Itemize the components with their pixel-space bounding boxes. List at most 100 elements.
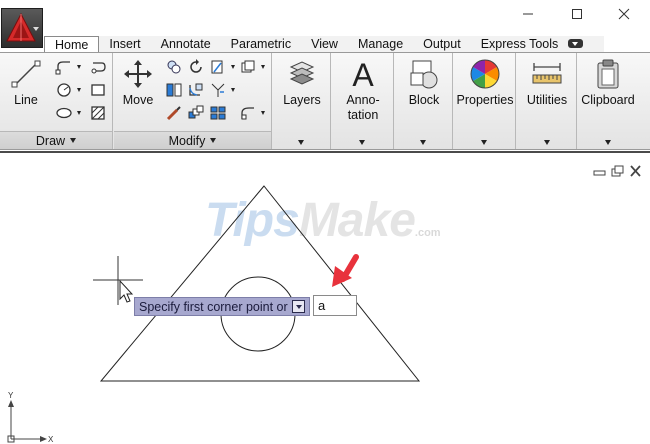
tab-insert[interactable]: Insert <box>99 36 150 53</box>
move-label: Move <box>122 93 154 107</box>
triangle-shape[interactable] <box>99 185 421 382</box>
fillet-button[interactable] <box>186 81 206 99</box>
minimize-icon <box>523 13 533 15</box>
stretch-icon <box>166 106 181 121</box>
circle-icon <box>57 83 71 97</box>
rotate-button[interactable] <box>186 58 206 76</box>
mirror-button[interactable] <box>164 81 184 99</box>
utilities-button[interactable]: Utilities <box>519 57 575 147</box>
draw-panel-footer[interactable]: Draw <box>0 131 112 149</box>
hatch-button[interactable] <box>88 104 108 122</box>
copy-icon <box>167 60 181 74</box>
circle-dropdown[interactable] <box>75 81 82 99</box>
tab-annotate[interactable]: Annotate <box>151 36 221 53</box>
explode-dropdown[interactable] <box>229 81 236 99</box>
block-dropdown-icon[interactable] <box>420 140 426 145</box>
utilities-dropdown-icon[interactable] <box>544 140 550 145</box>
layers-dropdown-icon[interactable] <box>298 140 304 145</box>
properties-label: Properties <box>456 93 514 107</box>
tab-express-tools[interactable]: Express Tools <box>471 36 569 53</box>
move-icon <box>124 60 152 88</box>
move-button[interactable]: Move <box>120 57 156 108</box>
clipboard-dropdown-icon[interactable] <box>605 140 611 145</box>
block-panel: Block <box>395 53 453 149</box>
tab-output[interactable]: Output <box>413 36 471 53</box>
chevron-down-icon <box>210 138 217 143</box>
options-dropdown-icon[interactable] <box>292 300 305 313</box>
maximize-button[interactable] <box>563 4 591 24</box>
ribbon: Line Draw Move Modify Layers A Anno- tat… <box>0 52 650 150</box>
tab-parametric[interactable]: Parametric <box>221 36 301 53</box>
rectangle-icon <box>91 84 105 96</box>
modify-panel-footer[interactable]: Modify <box>114 131 271 149</box>
clipboard-label: Clipboard <box>581 93 635 107</box>
scale-button[interactable] <box>208 104 228 122</box>
copy-button[interactable] <box>164 58 184 76</box>
close-icon <box>618 8 630 20</box>
fillet-icon <box>189 83 203 96</box>
trim-button[interactable] <box>208 58 228 76</box>
tab-view[interactable]: View <box>301 36 348 53</box>
erase-icon <box>241 60 255 73</box>
utilities-label: Utilities <box>526 93 568 107</box>
chevron-down-icon <box>230 65 235 69</box>
clipboard-panel: Clipboard <box>578 53 638 149</box>
modify-panel-title: Modify <box>168 133 206 148</box>
layers-panel: Layers <box>273 53 331 149</box>
chevron-down-icon <box>230 88 235 92</box>
offset-dropdown[interactable] <box>259 104 266 122</box>
layers-icon <box>289 61 315 85</box>
clipboard-button[interactable]: Clipboard <box>580 57 636 147</box>
dynamic-input-field[interactable] <box>313 295 357 316</box>
polyline-dropdown[interactable] <box>75 58 82 76</box>
drawing-area[interactable]: TipsMake.com Y X Specify first corner po… <box>0 151 650 444</box>
trim-icon <box>211 60 223 74</box>
application-menu-button[interactable] <box>1 8 43 48</box>
layers-button[interactable]: Layers <box>275 57 329 147</box>
rectangle-button[interactable] <box>88 81 108 99</box>
title-bar: Home Insert Annotate Parametric View Man… <box>0 0 650 53</box>
line-button[interactable]: Line <box>6 57 46 108</box>
stretch-button[interactable] <box>164 104 184 122</box>
erase-button[interactable] <box>238 58 258 76</box>
ellipse-button[interactable] <box>54 104 74 122</box>
measure-ruler-icon <box>532 63 562 84</box>
chevron-down-icon <box>70 138 77 143</box>
array-icon <box>188 105 204 119</box>
annotation-dropdown-icon[interactable] <box>359 140 365 145</box>
prompt-text: Specify first corner point or <box>139 299 288 314</box>
circle-button[interactable] <box>54 81 74 99</box>
tab-manage[interactable]: Manage <box>348 36 413 53</box>
block-button[interactable]: Block <box>397 57 451 147</box>
line-label: Line <box>14 93 38 107</box>
erase-dropdown[interactable] <box>259 58 266 76</box>
tab-home[interactable]: Home <box>44 36 100 53</box>
draw-panel-title: Draw <box>35 133 66 148</box>
app-menu-arrow-icon <box>33 27 39 31</box>
chevron-down-icon <box>260 111 265 115</box>
explode-button[interactable] <box>208 81 228 99</box>
utilities-panel: Utilities <box>517 53 577 149</box>
minimize-button[interactable] <box>514 4 542 24</box>
annotation-panel: A Anno- tation <box>332 53 394 149</box>
explode-icon <box>211 83 225 97</box>
chevron-down-icon <box>260 65 265 69</box>
properties-button[interactable]: Properties <box>456 57 514 147</box>
red-arrow-annotation <box>332 254 359 287</box>
close-button[interactable] <box>610 4 638 24</box>
annotation-label-line1: Anno- <box>346 93 380 107</box>
trim-dropdown[interactable] <box>229 58 236 76</box>
draw-panel: Line Draw <box>0 53 113 149</box>
array-button[interactable] <box>186 104 206 122</box>
chevron-down-icon <box>76 65 81 69</box>
properties-dropdown-icon[interactable] <box>481 140 487 145</box>
offset-button[interactable] <box>238 104 258 122</box>
annotation-label-line2: tation <box>347 108 379 122</box>
ribbon-minimize-toggle[interactable] <box>568 39 583 48</box>
chevron-down-icon <box>76 111 81 115</box>
spline-button[interactable] <box>88 58 108 76</box>
ellipse-dropdown[interactable] <box>75 104 82 122</box>
polyline-icon <box>55 61 70 75</box>
polyline-button[interactable] <box>54 58 74 76</box>
annotation-button[interactable]: A Anno- tation <box>334 57 392 147</box>
